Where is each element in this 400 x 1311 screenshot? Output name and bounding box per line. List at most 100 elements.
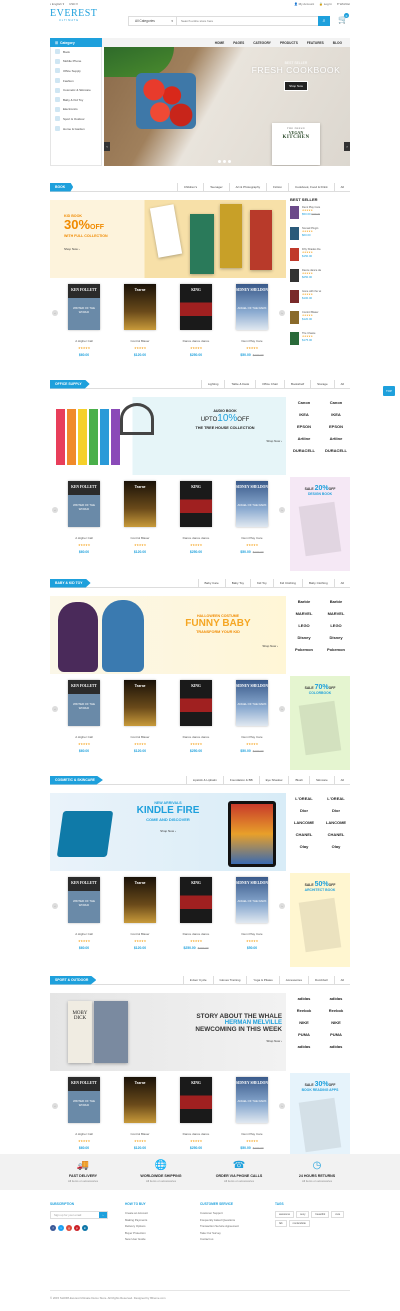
brand-logo[interactable]: PUMA — [290, 1032, 318, 1037]
product-name[interactable]: Control Blaser — [116, 536, 164, 540]
product-card[interactable]: KEN FOLLETT WINTER OF THE WORLD A Higher C… — [60, 280, 108, 357]
best-seller-item[interactable]: Dance dance da ★★★★★ $250.00 — [290, 269, 350, 287]
brand-logo[interactable]: DURACELL — [322, 448, 350, 453]
brand-logo[interactable]: MARVEL — [322, 611, 350, 616]
section-tab[interactable]: Teenager — [203, 182, 229, 192]
tag[interactable]: sexy — [296, 1211, 310, 1218]
carousel-prev-arrow[interactable]: ‹ — [52, 903, 58, 909]
product-name[interactable]: Control Blaser — [116, 339, 164, 343]
nav-category[interactable]: CATEGORY — [253, 41, 271, 45]
carousel-next-arrow[interactable]: › — [279, 1103, 285, 1109]
footer-link[interactable]: Frequently Asked Questions — [200, 1218, 275, 1222]
brand-logo[interactable]: PUMA — [322, 1032, 350, 1037]
search-button[interactable]: ⌕ — [318, 16, 330, 26]
section-tab[interactable]: Lipstick & Lipbalm — [185, 775, 223, 785]
twitter-icon[interactable]: t — [58, 1225, 64, 1231]
section-tab[interactable]: All — [333, 775, 350, 785]
product-card[interactable]: KING Dance dance dance ★★★★★ $250.00 $100.00 — [172, 873, 220, 950]
pinterest-icon[interactable]: p — [74, 1225, 80, 1231]
product-name[interactable]: A Higher Call — [60, 932, 108, 936]
brand-logo[interactable]: Dior — [290, 808, 318, 813]
footer-link[interactable]: Transaction Service Agreement — [200, 1224, 275, 1228]
product-name[interactable]: A Higher Call — [60, 1132, 108, 1136]
promo-banner[interactable]: SALE 70%OFF COLORBOOK — [290, 676, 350, 770]
product-name[interactable]: Control Blaser — [116, 1132, 164, 1136]
section-tab[interactable]: Foundation & BB — [222, 775, 259, 785]
brand-logo[interactable]: Disney — [290, 635, 318, 640]
best-seller-item[interactable]: Demi Play Care ★★★★★ $50.00 $100.00 — [290, 206, 350, 224]
product-card[interactable]: Tearne Control Blaser ★★★★★ $120.00 — [116, 280, 164, 357]
footer-link[interactable]: Customer Support — [200, 1211, 275, 1215]
section-tab[interactable]: Fiction — [266, 182, 288, 192]
carousel-next-arrow[interactable]: › — [279, 903, 285, 909]
footer-link[interactable]: New User Guide — [125, 1237, 200, 1241]
section-tab[interactable]: Lighting — [200, 379, 225, 389]
product-card[interactable]: KEN FOLLETT WINTER OF THE WORLD A Higher C… — [60, 873, 108, 950]
product-name[interactable]: Demi Play Care — [228, 932, 276, 936]
product-name[interactable]: Demi Play Care — [228, 735, 276, 739]
sidebar-item[interactable]: Electronics — [51, 105, 101, 115]
brand-logo[interactable]: adidas — [322, 1044, 350, 1049]
product-name[interactable]: A Higher Call — [60, 339, 108, 343]
section-tab[interactable]: Indoor Cycle — [182, 975, 213, 985]
brand-logo[interactable]: CHANEL — [290, 832, 318, 837]
subscription-input[interactable]: Sign up for your email — [51, 1212, 99, 1218]
google-plus-icon[interactable]: g — [66, 1225, 72, 1231]
sidebar-item[interactable]: Book — [51, 47, 101, 57]
footer-link[interactable]: Delivery Options — [125, 1224, 200, 1228]
brand-logo[interactable]: L'OREAL — [322, 796, 350, 801]
nav-features[interactable]: FEATURES — [307, 41, 324, 45]
brand-logo[interactable]: Disney — [322, 635, 350, 640]
product-card[interactable]: Tearne Control Blaser ★★★★★ $120.00 — [116, 477, 164, 554]
sidebar-item[interactable]: Sport & Outdoor — [51, 114, 101, 124]
product-name[interactable]: Demi Play Care — [228, 1132, 276, 1136]
sidebar-item[interactable]: Home & Garden — [51, 124, 101, 134]
sidebar-item[interactable]: Baby & Kid Toy — [51, 95, 101, 105]
promo-banner[interactable]: SALE 50%OFF ARCHITECT BOOK — [290, 873, 350, 967]
tag[interactable]: nonlandsite — [288, 1220, 310, 1227]
product-card[interactable]: KEN FOLLETT WINTER OF THE WORLD A Higher C… — [60, 676, 108, 753]
section-tab[interactable]: Table & Desk — [224, 379, 255, 389]
category-menu-toggle[interactable]: ☰ Category — [50, 38, 102, 47]
section-tab[interactable]: Gloves Training — [212, 975, 247, 985]
brand-logo[interactable]: Artline — [290, 436, 318, 441]
section-tab[interactable]: Dumbbell — [307, 975, 334, 985]
product-card[interactable]: Tearne Control Blaser ★★★★★ $120.00 — [116, 676, 164, 753]
brand-logo[interactable]: EPSON — [290, 424, 318, 429]
best-seller-item[interactable]: The Chaste ★★★★★ $175.00 — [290, 332, 350, 350]
section-tab[interactable]: Cookbook, Food & Drink — [287, 182, 334, 192]
section-tab[interactable]: Kid Toy — [249, 578, 273, 588]
section-banner[interactable]: NEW ARRIVALS KINDLE FIRE COME AND DISCOVER… — [50, 793, 286, 871]
linkedin-icon[interactable]: in — [82, 1225, 88, 1231]
section-tab[interactable]: Office Chair — [255, 379, 284, 389]
product-card[interactable]: SIDNEY SHELDON ANGEL OF THE DARK Demi Play… — [228, 873, 276, 950]
brand-logo[interactable]: Pokemon — [290, 647, 318, 652]
product-card[interactable]: KEN FOLLETT WINTER OF THE WORLD A Higher C… — [60, 1073, 108, 1150]
section-tab[interactable]: Baby Clothing — [301, 578, 334, 588]
tag[interactable]: cute — [331, 1211, 345, 1218]
brand-logo[interactable]: Reebok — [290, 1008, 318, 1013]
banner-shop-link[interactable]: Shop Now › — [64, 247, 108, 251]
search-input[interactable] — [177, 17, 318, 25]
brand-logo[interactable]: Reebok — [322, 1008, 350, 1013]
product-name[interactable]: Control Blaser — [116, 735, 164, 739]
product-name[interactable]: Control Blaser — [116, 932, 164, 936]
section-tab[interactable]: Accessories — [278, 975, 308, 985]
brand-logo[interactable]: Barbie — [290, 599, 318, 604]
language-selector[interactable]: ▪ English ▾ — [50, 2, 64, 6]
brand-logo[interactable]: Canon — [322, 400, 350, 405]
site-logo[interactable]: EVEREST ULTIMATE — [50, 9, 97, 23]
hero-next-arrow[interactable]: › — [344, 142, 350, 151]
brand-logo[interactable]: MARVEL — [290, 611, 318, 616]
facebook-icon[interactable]: f — [50, 1225, 56, 1231]
carousel-next-arrow[interactable]: › — [279, 706, 285, 712]
hero-dot[interactable] — [228, 160, 231, 163]
sidebar-item[interactable]: Cosmetic & Skincare — [51, 85, 101, 95]
product-name[interactable]: Dance dance dance — [172, 735, 220, 739]
carousel-next-arrow[interactable]: › — [279, 310, 285, 316]
brand-logo[interactable]: Barbie — [322, 599, 350, 604]
my-account-link[interactable]: 👤 My Account — [294, 2, 314, 6]
product-card[interactable]: SIDNEY SHELDON ANGEL OF THE DARK Demi Play… — [228, 280, 276, 357]
brand-logo[interactable]: Olay — [322, 844, 350, 849]
banner-shop-link[interactable]: Shop Now › — [118, 829, 218, 833]
